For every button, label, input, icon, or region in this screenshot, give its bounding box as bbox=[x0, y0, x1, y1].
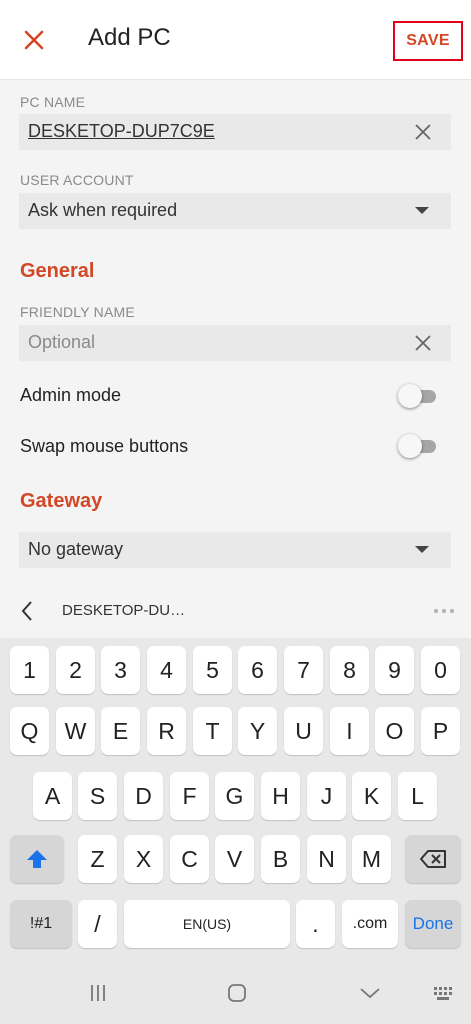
admin-mode-label: Admin mode bbox=[20, 385, 122, 405]
swap-mouse-toggle[interactable] bbox=[398, 433, 438, 459]
back-chevron-icon[interactable] bbox=[16, 599, 40, 623]
user-account-value: Ask when required bbox=[28, 200, 178, 220]
key-8[interactable]: 8 bbox=[330, 646, 369, 694]
clear-icon[interactable] bbox=[413, 333, 433, 353]
key-k[interactable]: K bbox=[352, 772, 391, 820]
friendly-name-field[interactable]: Optional bbox=[19, 325, 451, 361]
shift-icon bbox=[27, 850, 47, 868]
system-nav-bar bbox=[0, 960, 471, 1024]
back-icon[interactable] bbox=[358, 982, 382, 1004]
friendly-name-label: FRIENDLY NAME bbox=[20, 304, 135, 320]
key-g[interactable]: G bbox=[215, 772, 254, 820]
slash-key[interactable]: / bbox=[78, 900, 117, 948]
key-b[interactable]: B bbox=[261, 835, 300, 883]
dotcom-key[interactable]: .com bbox=[342, 900, 398, 948]
key-4[interactable]: 4 bbox=[147, 646, 186, 694]
pc-name-label: PC NAME bbox=[20, 94, 86, 110]
user-account-select[interactable]: Ask when required bbox=[19, 193, 451, 229]
key-7[interactable]: 7 bbox=[284, 646, 323, 694]
app-bar: Add PC SAVE bbox=[0, 0, 471, 80]
key-r[interactable]: R bbox=[147, 707, 186, 755]
key-0[interactable]: 0 bbox=[421, 646, 460, 694]
more-dots-icon[interactable] bbox=[433, 608, 455, 614]
user-account-label: USER ACCOUNT bbox=[20, 172, 134, 188]
key-q[interactable]: Q bbox=[10, 707, 49, 755]
suggestion-text[interactable]: DESKETOP-DU… bbox=[62, 602, 185, 619]
backspace-key[interactable] bbox=[405, 835, 461, 883]
key-o[interactable]: O bbox=[375, 707, 414, 755]
key-u[interactable]: U bbox=[284, 707, 323, 755]
key-x[interactable]: X bbox=[124, 835, 163, 883]
key-z[interactable]: Z bbox=[78, 835, 117, 883]
home-icon[interactable] bbox=[225, 982, 249, 1004]
key-m[interactable]: M bbox=[352, 835, 391, 883]
dropdown-caret-icon bbox=[415, 207, 429, 214]
clear-icon[interactable] bbox=[413, 122, 433, 142]
keyboard-switch-icon[interactable] bbox=[432, 982, 456, 1004]
key-3[interactable]: 3 bbox=[101, 646, 140, 694]
key-c[interactable]: C bbox=[170, 835, 209, 883]
key-y[interactable]: Y bbox=[238, 707, 277, 755]
key-f[interactable]: F bbox=[170, 772, 209, 820]
key-2[interactable]: 2 bbox=[56, 646, 95, 694]
save-button[interactable]: SAVE bbox=[393, 21, 463, 61]
friendly-name-placeholder[interactable]: Optional bbox=[28, 332, 95, 353]
backspace-icon bbox=[420, 850, 446, 868]
keyboard-suggestion-bar: DESKETOP-DU… bbox=[0, 584, 471, 638]
key-s[interactable]: S bbox=[78, 772, 117, 820]
symbols-key[interactable]: !#1 bbox=[10, 900, 72, 948]
key-9[interactable]: 9 bbox=[375, 646, 414, 694]
gateway-section-title: Gateway bbox=[20, 490, 103, 512]
key-a[interactable]: A bbox=[33, 772, 72, 820]
gateway-value: No gateway bbox=[28, 539, 124, 559]
key-v[interactable]: V bbox=[215, 835, 254, 883]
toggle-thumb bbox=[398, 384, 422, 408]
gateway-select[interactable]: No gateway bbox=[19, 532, 451, 568]
page-title: Add PC bbox=[88, 24, 171, 51]
key-i[interactable]: I bbox=[330, 707, 369, 755]
close-icon bbox=[24, 30, 44, 50]
period-key[interactable]: . bbox=[296, 900, 335, 948]
key-j[interactable]: J bbox=[307, 772, 346, 820]
key-6[interactable]: 6 bbox=[238, 646, 277, 694]
space-key[interactable]: EN(US) bbox=[124, 900, 290, 948]
key-p[interactable]: P bbox=[421, 707, 460, 755]
key-t[interactable]: T bbox=[193, 707, 232, 755]
pc-name-field[interactable]: DESKETOP-DUP7C9E bbox=[19, 114, 451, 150]
key-l[interactable]: L bbox=[398, 772, 437, 820]
key-5[interactable]: 5 bbox=[193, 646, 232, 694]
dropdown-caret-icon bbox=[415, 546, 429, 553]
close-button[interactable] bbox=[20, 26, 48, 54]
done-key[interactable]: Done bbox=[405, 900, 461, 948]
general-section-title: General bbox=[20, 260, 95, 282]
key-n[interactable]: N bbox=[307, 835, 346, 883]
recents-icon[interactable] bbox=[86, 982, 110, 1004]
key-h[interactable]: H bbox=[261, 772, 300, 820]
swap-mouse-label: Swap mouse buttons bbox=[20, 436, 189, 456]
toggle-thumb bbox=[398, 434, 422, 458]
key-1[interactable]: 1 bbox=[10, 646, 49, 694]
key-d[interactable]: D bbox=[124, 772, 163, 820]
shift-key[interactable] bbox=[10, 835, 64, 883]
key-e[interactable]: E bbox=[101, 707, 140, 755]
pc-name-value[interactable]: DESKETOP-DUP7C9E bbox=[28, 121, 215, 142]
admin-mode-toggle[interactable] bbox=[398, 383, 438, 409]
key-w[interactable]: W bbox=[56, 707, 95, 755]
